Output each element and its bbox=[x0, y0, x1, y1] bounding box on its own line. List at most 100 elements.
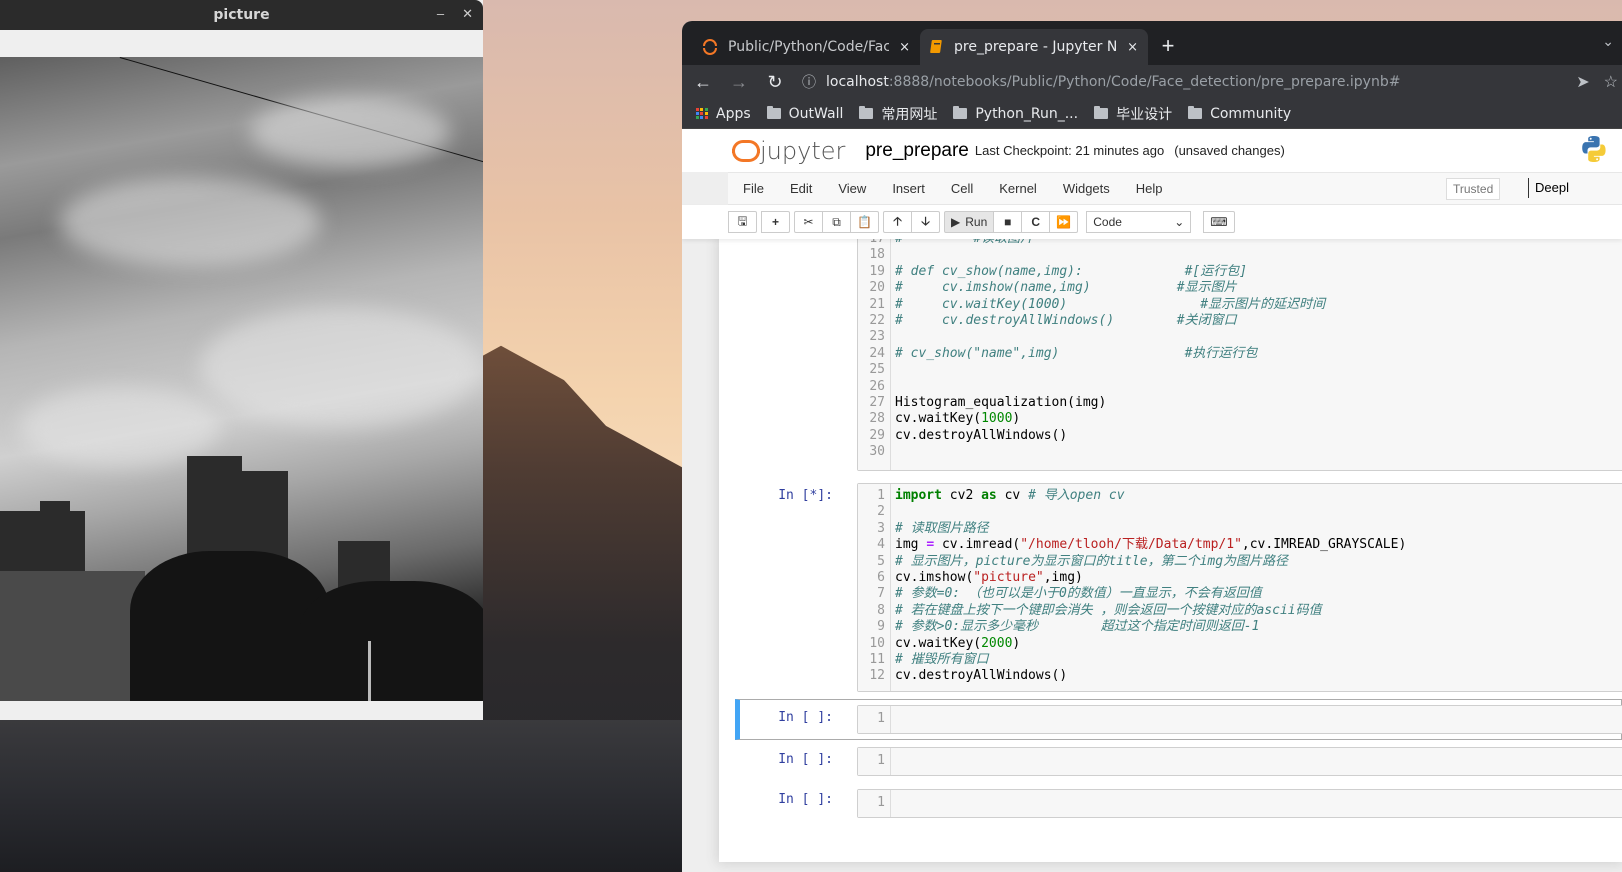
trusted-badge[interactable]: Trusted bbox=[1446, 178, 1501, 200]
bookmark-label: Community bbox=[1210, 105, 1292, 122]
code-line[interactable]: 28 cv.waitKey(1000) bbox=[858, 411, 1622, 427]
menu-view[interactable]: View bbox=[838, 181, 866, 196]
bookmark-common-sites[interactable]: 常用网址 bbox=[859, 104, 937, 124]
menu-help[interactable]: Help bbox=[1136, 181, 1163, 196]
menu-kernel[interactable]: Kernel bbox=[999, 181, 1037, 196]
code-line[interactable]: 24 # cv_show("name",img) #执行运行包 bbox=[858, 346, 1622, 362]
send-icon[interactable]: ➤ bbox=[1576, 72, 1589, 92]
bookmark-apps[interactable]: Apps bbox=[696, 106, 751, 122]
code-line[interactable]: 2 bbox=[858, 504, 1622, 520]
code-line[interactable]: 29 cv.destroyAllWindows() bbox=[858, 428, 1622, 444]
copy-button[interactable]: ⧉ bbox=[822, 211, 851, 233]
code-line[interactable]: 25 bbox=[858, 362, 1622, 378]
notebook-name[interactable]: pre_prepare bbox=[865, 140, 969, 162]
save-button[interactable]: 🖫 bbox=[728, 211, 757, 233]
code-line[interactable]: 4 img = cv.imread("/home/tlooh/下载/Data/tm… bbox=[858, 537, 1622, 553]
jupyter-logo[interactable]: jupyter bbox=[732, 137, 845, 165]
code-cell-input[interactable]: 1 bbox=[857, 705, 1622, 734]
jupyter-header: jupyter pre_prepare Last Checkpoint: 21 … bbox=[682, 129, 1622, 172]
scissors-icon: ✂ bbox=[803, 215, 814, 229]
code-line[interactable]: 22 # cv.destroyAllWindows() #关闭窗口 bbox=[858, 313, 1622, 329]
tab-notebook[interactable]: pre_prepare - Jupyter Not × bbox=[920, 29, 1148, 65]
bookmark-graduation-design[interactable]: 毕业设计 bbox=[1094, 104, 1172, 124]
code-line[interactable]: 30 bbox=[858, 444, 1622, 460]
interrupt-button[interactable]: ■ bbox=[993, 211, 1023, 233]
bookmark-outwall[interactable]: OutWall bbox=[766, 106, 843, 122]
move-down-button[interactable]: 🡣 bbox=[911, 211, 940, 233]
url-field[interactable]: ⓘ localhost:8888/notebooks/Public/Python… bbox=[802, 72, 1558, 92]
code-line[interactable]: 1 import cv2 as cv # 导入open cv bbox=[858, 488, 1622, 504]
code-cell-input[interactable]: 1 bbox=[857, 789, 1622, 818]
code-line[interactable]: 11 # 摧毁所有窗口 bbox=[858, 652, 1622, 668]
restart-button[interactable]: C bbox=[1021, 211, 1051, 233]
picture-window-titlebar[interactable]: picture – ✕ bbox=[0, 0, 483, 30]
bookmark-community[interactable]: Community bbox=[1188, 106, 1291, 122]
cell-prompt: In [ ]: bbox=[778, 792, 833, 807]
line-number: 19 bbox=[869, 263, 885, 279]
code-line[interactable]: 20 # cv.imshow(name,img) #显示图片 bbox=[858, 280, 1622, 296]
code-line[interactable]: 26 bbox=[858, 379, 1622, 395]
line-number: 6 bbox=[877, 569, 885, 585]
code-line[interactable]: 19 # def cv_show(name,img): #[运行包] bbox=[858, 264, 1622, 280]
cut-button[interactable]: ✂ bbox=[794, 211, 823, 233]
code-line[interactable]: 12 cv.destroyAllWindows() bbox=[858, 668, 1622, 684]
insert-cell-button[interactable]: + bbox=[761, 211, 790, 233]
menu-insert[interactable]: Insert bbox=[892, 181, 925, 196]
line-number: 2 bbox=[877, 504, 885, 520]
tab-search-icon[interactable]: ⌄ bbox=[1602, 33, 1614, 50]
notebook-container: 17 # #读取图片 18 19 # def cv_show(name,img): #[… bbox=[719, 236, 1622, 862]
code-line[interactable]: 5 # 显示图片，picture为显示窗口的title，第二个img为图片路径 bbox=[858, 554, 1622, 570]
code-line[interactable]: 18 bbox=[858, 247, 1622, 263]
code-line[interactable]: 1 bbox=[858, 711, 1622, 727]
menu-file[interactable]: File bbox=[743, 181, 764, 196]
kernel-name[interactable]: Deepl bbox=[1528, 178, 1569, 198]
paste-button[interactable]: 📋 bbox=[850, 211, 879, 233]
new-tab-button[interactable]: + bbox=[1148, 29, 1188, 65]
line-number: 20 bbox=[869, 280, 885, 296]
run-button[interactable]: ▶ Run bbox=[944, 211, 995, 233]
code-line[interactable]: 1 bbox=[858, 795, 1622, 811]
tab-close-icon[interactable]: × bbox=[1127, 40, 1138, 55]
bookmark-label: Apps bbox=[716, 105, 751, 122]
bookmark-star-icon[interactable]: ☆ bbox=[1604, 72, 1618, 92]
code-line[interactable]: 23 bbox=[858, 329, 1622, 345]
tab-close-icon[interactable]: × bbox=[899, 40, 910, 55]
code-cell-input[interactable]: 1 bbox=[857, 747, 1622, 776]
code-line[interactable]: 3 # 读取图片路径 bbox=[858, 521, 1622, 537]
save-icon: 🖫 bbox=[737, 213, 748, 228]
code-line[interactable]: 6 cv.imshow("picture",img) bbox=[858, 570, 1622, 586]
code-line[interactable]: 21 # cv.waitKey(1000) #显示图片的延迟时间 bbox=[858, 297, 1622, 313]
cell-prompt: In [*]: bbox=[778, 488, 833, 503]
code-line[interactable]: 1 bbox=[858, 753, 1622, 769]
forward-icon[interactable]: → bbox=[730, 72, 748, 93]
move-up-button[interactable]: 🡡 bbox=[883, 211, 912, 233]
folder-icon bbox=[766, 106, 781, 119]
code-line[interactable]: 7 # 参数=0: （也可以是小于0的数值）一直显示，不会有返回值 bbox=[858, 586, 1622, 602]
code-line[interactable]: 9 # 参数>0:显示多少毫秒 超过这个指定时间则返回-1 bbox=[858, 619, 1622, 635]
close-icon[interactable]: ✕ bbox=[462, 6, 473, 22]
site-info-icon[interactable]: ⓘ bbox=[802, 72, 816, 92]
lamp-post bbox=[368, 641, 371, 701]
reload-icon[interactable]: ↻ bbox=[766, 72, 784, 93]
menu-edit[interactable]: Edit bbox=[790, 181, 812, 196]
back-icon[interactable]: ← bbox=[694, 72, 712, 93]
code-text: import cv2 as cv # 导入open cv bbox=[895, 488, 1125, 503]
code-cell-input[interactable]: 17 # #读取图片 18 19 # def cv_show(name,img): #[… bbox=[857, 236, 1622, 471]
restart-run-all-button[interactable]: ⏩ bbox=[1049, 211, 1079, 233]
code-line[interactable]: 10 cv.waitKey(2000) bbox=[858, 636, 1622, 652]
minimize-icon[interactable]: – bbox=[437, 6, 444, 22]
code-cell-input[interactable]: 1 import cv2 as cv # 导入open cv 2 3 # 读取图片路径 4… bbox=[857, 483, 1622, 692]
menu-widgets[interactable]: Widgets bbox=[1063, 181, 1110, 196]
line-number: 25 bbox=[869, 362, 885, 378]
menu-cell[interactable]: Cell bbox=[951, 181, 973, 196]
line-number: 1 bbox=[877, 753, 885, 768]
command-palette-button[interactable]: ⌨ bbox=[1203, 211, 1235, 233]
bookmark-python-run[interactable]: Python_Run_... bbox=[953, 106, 1078, 122]
tab-file-browser[interactable]: Public/Python/Code/Face_ × bbox=[692, 29, 920, 65]
code-text: cv.destroyAllWindows() bbox=[895, 668, 1068, 684]
cell-type-select[interactable]: Code ⌄ bbox=[1086, 211, 1192, 233]
code-line[interactable]: 8 # 若在键盘上按下一个键即会消失 ，则会返回一个按键对应的ascii码值 bbox=[858, 603, 1622, 619]
code-line[interactable]: 27 Histogram_equalization(img) bbox=[858, 395, 1622, 411]
